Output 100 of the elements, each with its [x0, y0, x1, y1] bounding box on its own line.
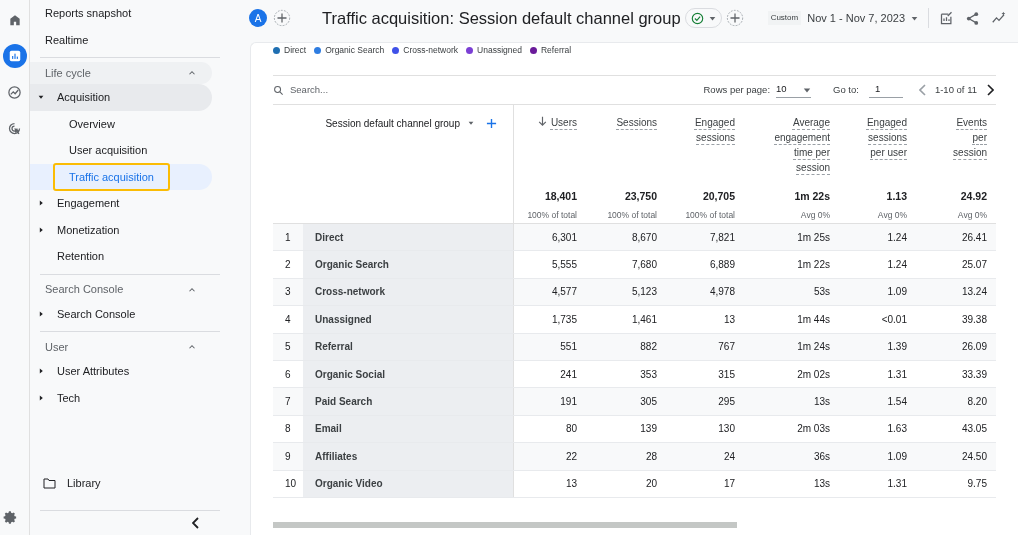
settings-icon[interactable] — [3, 510, 18, 525]
previous-page-icon[interactable] — [918, 84, 927, 96]
date-range-picker[interactable]: Custom Nov 1 - Nov 7, 2023 — [767, 9, 919, 27]
avatar[interactable]: A — [249, 9, 267, 27]
table-cell-text: 13.24 — [960, 285, 988, 300]
nav-item[interactable]: Monetization — [30, 216, 212, 243]
table-cell: Unassigned — [303, 306, 513, 333]
rows-per-page-select[interactable]: 10 — [776, 82, 812, 98]
table-cell: 191 — [513, 388, 585, 415]
table-cell: Email — [303, 415, 513, 443]
total-value: 1m 22s — [794, 189, 830, 204]
table-cell-text: 295 — [717, 395, 736, 410]
table-cell-text: 353 — [639, 367, 658, 382]
table-cell-text: 25.07 — [960, 258, 988, 273]
row-number: 5 — [284, 340, 292, 355]
total-value: 24.92 — [960, 189, 987, 204]
row-number: 4 — [284, 312, 292, 327]
table-cell-text: 2m 02s — [796, 367, 831, 382]
table-cell-text: 1.09 — [886, 449, 908, 464]
nav-item[interactable]: Search Console — [30, 300, 212, 327]
share-icon[interactable] — [965, 10, 981, 26]
table-cell-text: 139 — [639, 422, 658, 437]
table-cell-text: 1.09 — [886, 285, 908, 300]
table-cell-text: 8.20 — [966, 395, 988, 410]
nav-item[interactable]: Reports snapshot — [30, 0, 230, 27]
dimension-dropdown[interactable]: Session default channel group — [321, 115, 478, 131]
table-cell-text: <0.01 — [880, 312, 908, 327]
page-title: Traffic acquisition: Session default channel group — [322, 7, 681, 29]
table-cell-text: 305 — [639, 395, 658, 410]
add-icon[interactable] — [725, 9, 744, 27]
sort-down-icon[interactable] — [537, 115, 547, 127]
search-icon — [273, 84, 284, 96]
table-cell-text: 36s — [812, 449, 831, 464]
caret-down-icon — [803, 85, 812, 94]
table-cell-text: 1m 25s — [796, 230, 831, 245]
caret-right-icon[interactable] — [38, 200, 44, 207]
table-cell-text: 7,821 — [708, 230, 736, 245]
table-cell: Organic Search — [303, 251, 513, 278]
caret-right-icon[interactable] — [38, 394, 44, 401]
nav-item[interactable]: Realtime — [30, 26, 230, 53]
legend-label: Referral — [540, 43, 572, 57]
table-cell-text: 17 — [722, 477, 736, 492]
table-cell-text: 26.41 — [960, 230, 988, 245]
table-cell-text: 53s — [812, 285, 831, 300]
add-comparison-icon[interactable] — [273, 9, 291, 27]
edit-report-icon[interactable] — [939, 10, 955, 26]
caret-down-icon[interactable] — [38, 94, 44, 101]
table-cell-text: 315 — [717, 367, 736, 382]
column-header[interactable]: Engaged sessions per user — [857, 115, 907, 160]
collapse-chevron-icon[interactable] — [192, 517, 200, 529]
total-value: 23,750 — [624, 189, 657, 204]
table-cell: 13 — [513, 470, 585, 497]
table-cell-text: 39.38 — [960, 312, 988, 327]
nav-item[interactable]: Tech — [30, 384, 212, 411]
section-header[interactable]: Search Console — [30, 278, 212, 301]
column-header[interactable]: Users — [550, 115, 577, 130]
go-to-field[interactable]: 1 — [868, 82, 903, 98]
section-title: Search Console — [45, 282, 124, 298]
total-value: 18,401 — [544, 189, 577, 204]
nav-item[interactable]: Traffic acquisition — [53, 162, 170, 191]
table-cell-text: 43.05 — [960, 422, 988, 437]
table-cell-text: 1.63 — [886, 422, 908, 437]
column-header[interactable]: Engaged sessions — [671, 115, 735, 145]
legend-label: Unassigned — [477, 43, 522, 57]
row-number: 2 — [284, 258, 292, 273]
row-number: 7 — [284, 395, 292, 410]
nav-item[interactable]: Overview — [53, 109, 131, 138]
total-caption: 100% of total — [607, 208, 657, 222]
caret-down-icon[interactable] — [911, 14, 919, 22]
table-cell-text: 13 — [722, 312, 736, 327]
table-cell-text: 33.39 — [960, 367, 988, 382]
table-cell-text: 4,978 — [708, 285, 736, 300]
horizontal-scrollbar[interactable] — [273, 521, 737, 528]
table-cell: 241 — [513, 360, 585, 388]
search-field[interactable]: Search... — [290, 82, 440, 98]
library-link[interactable]: Library — [30, 470, 230, 496]
row-number: 8 — [284, 422, 292, 437]
section-header[interactable]: User — [30, 336, 212, 358]
caret-right-icon[interactable] — [38, 226, 44, 233]
nav-item[interactable]: Retention — [30, 243, 212, 270]
section-header[interactable]: Life cycle — [30, 62, 212, 84]
caret-right-icon[interactable] — [38, 310, 44, 317]
table-cell: Organic Social — [303, 360, 513, 388]
column-header[interactable]: Sessions — [616, 115, 657, 130]
table-cell-text: 2m 03s — [796, 422, 831, 437]
table-cell-text: 8,670 — [630, 230, 658, 245]
table-cell: Direct — [303, 224, 513, 251]
nav-item[interactable]: Engagement — [30, 190, 212, 217]
nav-item[interactable]: Acquisition — [30, 84, 212, 111]
total-caption: Avg 0% — [877, 208, 907, 222]
table-cell: Paid Search — [303, 388, 513, 415]
column-header[interactable]: Events per session — [947, 115, 987, 160]
bar-chart-icon[interactable] — [2, 44, 27, 68]
folder-icon — [43, 477, 56, 489]
next-page-icon[interactable] — [986, 84, 994, 96]
caret-right-icon[interactable] — [38, 368, 44, 375]
table-cell-text: 1.31 — [886, 367, 908, 382]
column-header[interactable]: Average engagement time per session — [760, 115, 830, 175]
nav-item[interactable]: User Attributes — [30, 358, 212, 385]
nav-item[interactable]: User acquisition — [53, 136, 164, 165]
